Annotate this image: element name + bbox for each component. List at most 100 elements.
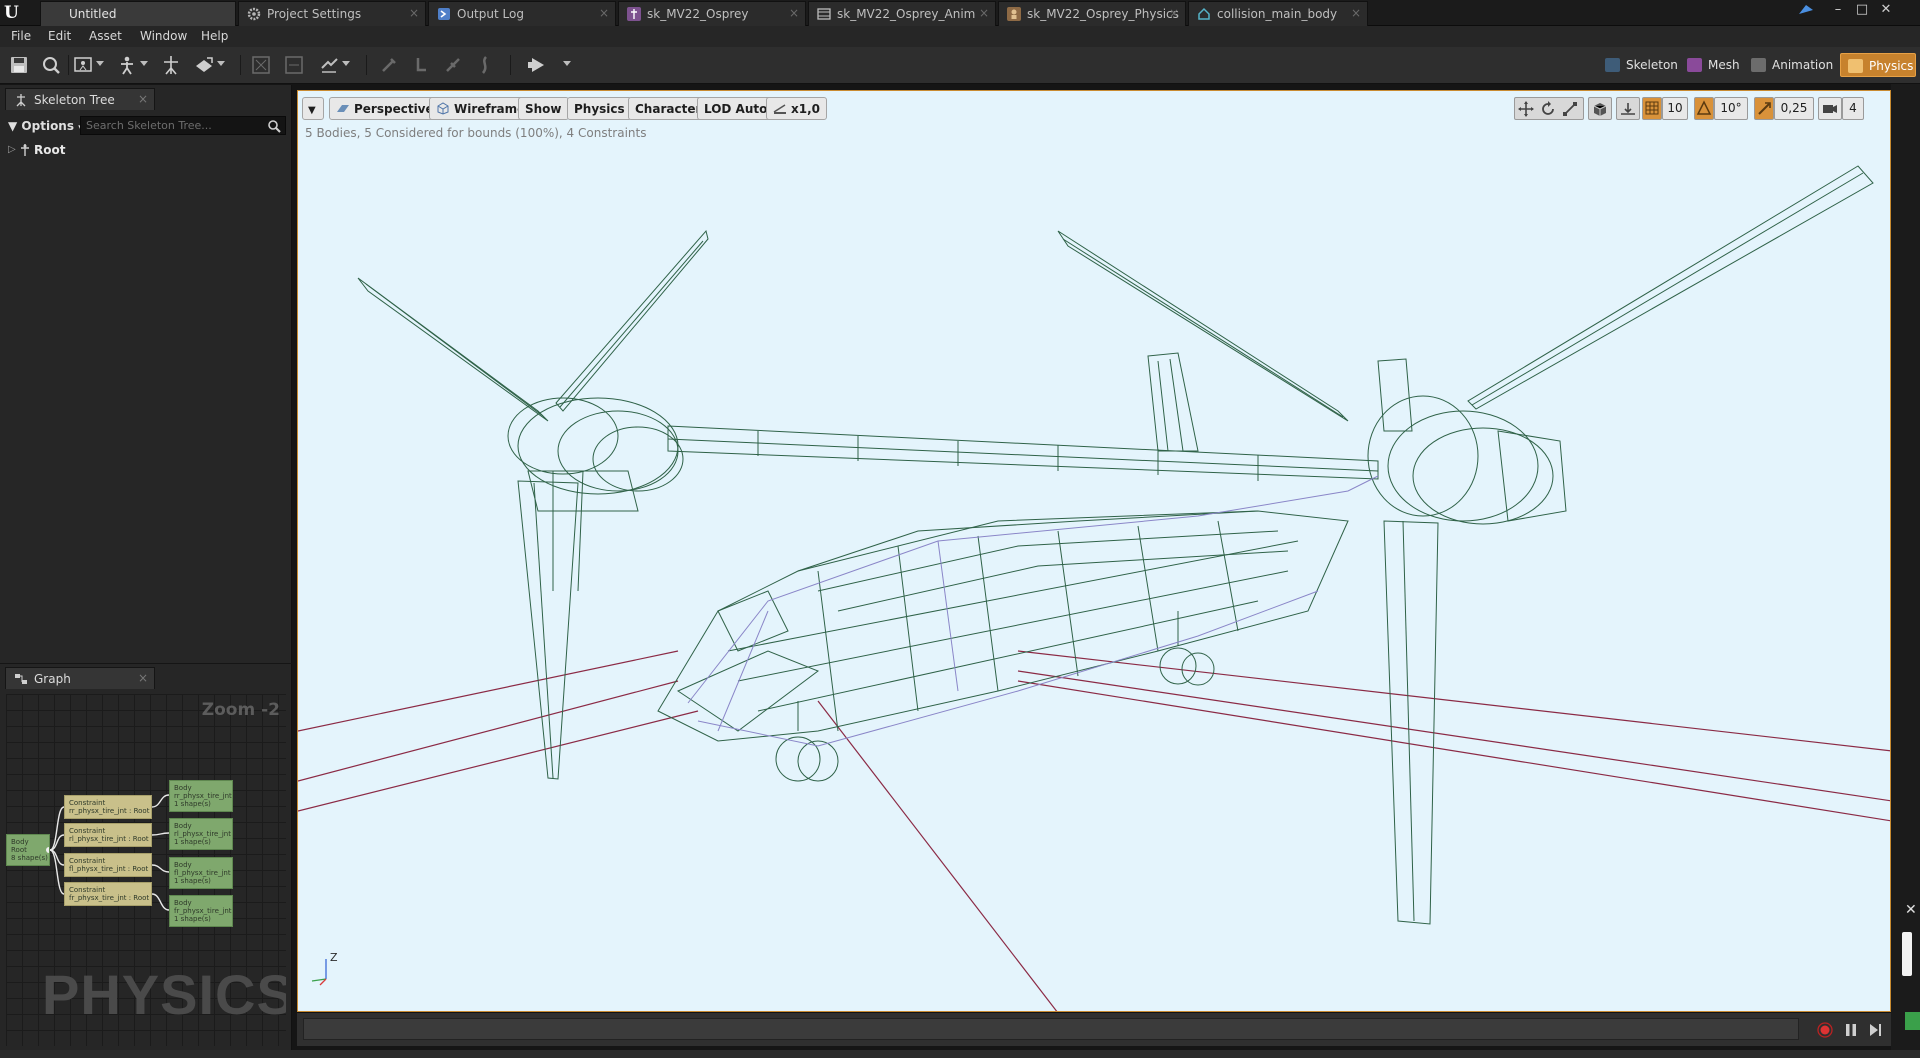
chevron-down-icon[interactable] <box>140 61 148 66</box>
close-icon[interactable]: × <box>789 6 799 20</box>
search-placeholder: Search Skeleton Tree... <box>86 119 212 132</box>
minimize-icon[interactable]: – <box>1828 2 1848 20</box>
scale-snap-toggle[interactable] <box>1754 97 1774 120</box>
pause-icon[interactable] <box>1843 1022 1859 1038</box>
mode-physics[interactable]: Physics <box>1840 53 1916 77</box>
graph-node-constraint[interactable]: Constraint rl_physx_tire_jnt : Root <box>64 823 152 847</box>
make-static-mesh-icon[interactable] <box>193 54 215 76</box>
chevron-down-icon[interactable] <box>563 61 571 66</box>
search-input[interactable]: Search Skeleton Tree... <box>80 116 286 135</box>
viewport-options-button[interactable]: ▼ <box>302 97 324 120</box>
scale-icon[interactable] <box>1561 100 1579 118</box>
tree-item-root[interactable]: ▷ Root <box>8 143 65 157</box>
constraint-tool-icon[interactable] <box>410 54 432 76</box>
show-button[interactable]: Show <box>518 97 569 120</box>
play-simulation-icon[interactable] <box>526 54 548 76</box>
speed-icon <box>773 102 787 115</box>
tab-static-mesh[interactable]: collision_main_body × <box>1188 1 1368 26</box>
maximize-icon[interactable]: □ <box>1852 2 1872 20</box>
node-line: fl_physx_tire_jnt : Root <box>69 865 149 873</box>
close-icon[interactable]: × <box>1169 6 1179 20</box>
close-icon[interactable]: × <box>599 6 609 20</box>
tab-label: sk_MV22_Osprey_Physics <box>1027 7 1179 21</box>
playback-speed-button[interactable]: x1,0 <box>766 97 827 120</box>
timeline-scrubber[interactable] <box>303 1018 1799 1040</box>
hook-tool-icon[interactable] <box>474 54 496 76</box>
mesh-mode-icon <box>1687 58 1702 72</box>
graph-node-body[interactable]: Body rl_physx_tire_jnt 1 shape(s) <box>169 818 233 850</box>
mode-skeleton[interactable]: Skeleton <box>1598 53 1684 77</box>
graph-node-body[interactable]: Body fr_physx_tire_jnt 1 shape(s) <box>169 895 233 927</box>
physics-view-button[interactable]: Physics <box>567 97 632 120</box>
tab-label: Untitled <box>69 7 117 21</box>
surface-snap-toggle[interactable] <box>1616 97 1640 120</box>
record-icon[interactable] <box>1817 1022 1833 1038</box>
viewport[interactable]: ▼ Perspective Wireframe Show Physics Cha… <box>297 90 1891 1012</box>
tab-output-log[interactable]: Output Log × <box>428 1 616 26</box>
surface-snap-icon <box>1621 103 1635 115</box>
grid-snap-toggle[interactable] <box>1642 97 1662 120</box>
mode-mesh[interactable]: Mesh <box>1680 53 1746 77</box>
close-icon[interactable]: × <box>409 6 419 20</box>
graph-node-constraint[interactable]: Constraint rr_physx_tire_jnt : Root <box>64 795 152 819</box>
graph-node-root-body[interactable]: Body Root 8 shape(s) <box>6 834 50 866</box>
pose-icon[interactable] <box>116 54 138 76</box>
graph-canvas[interactable]: Zoom -2 PHYSICS Body Root 8 shape(s) Con… <box>6 694 286 1046</box>
camera-speed-toggle[interactable] <box>1818 97 1842 120</box>
tab-graph[interactable]: Graph × <box>5 667 155 689</box>
expand-arrow-icon[interactable]: ▷ <box>8 144 16 155</box>
scrollbar-thumb[interactable] <box>1902 932 1912 976</box>
menu-asset[interactable]: Asset <box>89 29 122 43</box>
mode-animation[interactable]: Animation <box>1744 53 1839 77</box>
menu-help[interactable]: Help <box>201 29 228 43</box>
camera-speed-value[interactable]: 4 <box>1842 97 1864 120</box>
wireframe-button[interactable]: Wireframe <box>429 97 533 120</box>
step-forward-icon[interactable] <box>1867 1022 1883 1038</box>
graph-node-body[interactable]: Body fl_physx_tire_jnt 1 shape(s) <box>169 857 233 889</box>
translate-icon[interactable] <box>1517 100 1535 118</box>
graph-node-constraint[interactable]: Constraint fr_physx_tire_jnt : Root <box>64 882 152 906</box>
close-icon[interactable]: × <box>138 671 148 685</box>
close-icon[interactable]: ✕ <box>1905 902 1917 918</box>
preview-mesh-icon[interactable] <box>72 54 94 76</box>
scale-snap-value[interactable]: 0,25 <box>1774 97 1814 120</box>
tab-project-settings[interactable]: Project Settings × <box>238 1 426 26</box>
chevron-down-icon[interactable] <box>217 61 225 66</box>
browse-icon[interactable] <box>40 54 62 76</box>
apply-icon[interactable] <box>283 54 305 76</box>
chevron-down-icon[interactable] <box>96 61 104 66</box>
tab-anim-asset[interactable]: sk_MV22_Osprey_Anim × <box>808 1 996 26</box>
rotation-snap-toggle[interactable] <box>1694 97 1714 120</box>
menu-file[interactable]: File <box>11 29 31 43</box>
close-icon[interactable]: × <box>138 92 148 106</box>
unreal-logo-icon[interactable]: U <box>4 3 26 23</box>
graph-node-body[interactable]: Body rr_physx_tire_jnt 1 shape(s) <box>169 780 233 812</box>
close-icon[interactable]: × <box>1351 6 1361 20</box>
pin-tool-icon[interactable] <box>442 54 464 76</box>
tab-untitled[interactable]: Untitled <box>40 1 236 26</box>
node-line: 1 shape(s) <box>174 800 211 808</box>
tab-skeleton-asset[interactable]: sk_MV22_Osprey × <box>618 1 806 26</box>
world-local-toggle[interactable] <box>1588 97 1612 120</box>
perspective-button[interactable]: Perspective <box>329 97 441 120</box>
tab-physics-asset[interactable]: sk_MV22_Osprey_Physics × <box>998 1 1186 26</box>
menu-edit[interactable]: Edit <box>48 29 71 43</box>
tools-icon[interactable] <box>318 54 340 76</box>
rotation-snap-value[interactable]: 10° <box>1714 97 1748 120</box>
rotate-icon[interactable] <box>1539 100 1557 118</box>
simulate-icon[interactable] <box>250 54 272 76</box>
body-tool-icon[interactable] <box>378 54 400 76</box>
lod-button[interactable]: LOD Auto <box>697 97 775 120</box>
options-dropdown[interactable]: ▼ Options ▾ <box>8 119 83 133</box>
tab-skeleton-tree[interactable]: Skeleton Tree × <box>5 88 155 110</box>
save-icon[interactable] <box>8 54 30 76</box>
grid-snap-value[interactable]: 10 <box>1662 97 1688 120</box>
chevron-down-icon[interactable] <box>342 61 350 66</box>
notification-icon[interactable] <box>1796 2 1816 20</box>
close-icon[interactable]: × <box>979 6 989 20</box>
graph-node-constraint[interactable]: Constraint fl_physx_tire_jnt : Root <box>64 853 152 877</box>
node-pin[interactable] <box>46 847 49 853</box>
menu-window[interactable]: Window <box>140 29 187 43</box>
close-window-icon[interactable]: ✕ <box>1876 2 1896 20</box>
reference-pose-icon[interactable] <box>160 54 182 76</box>
